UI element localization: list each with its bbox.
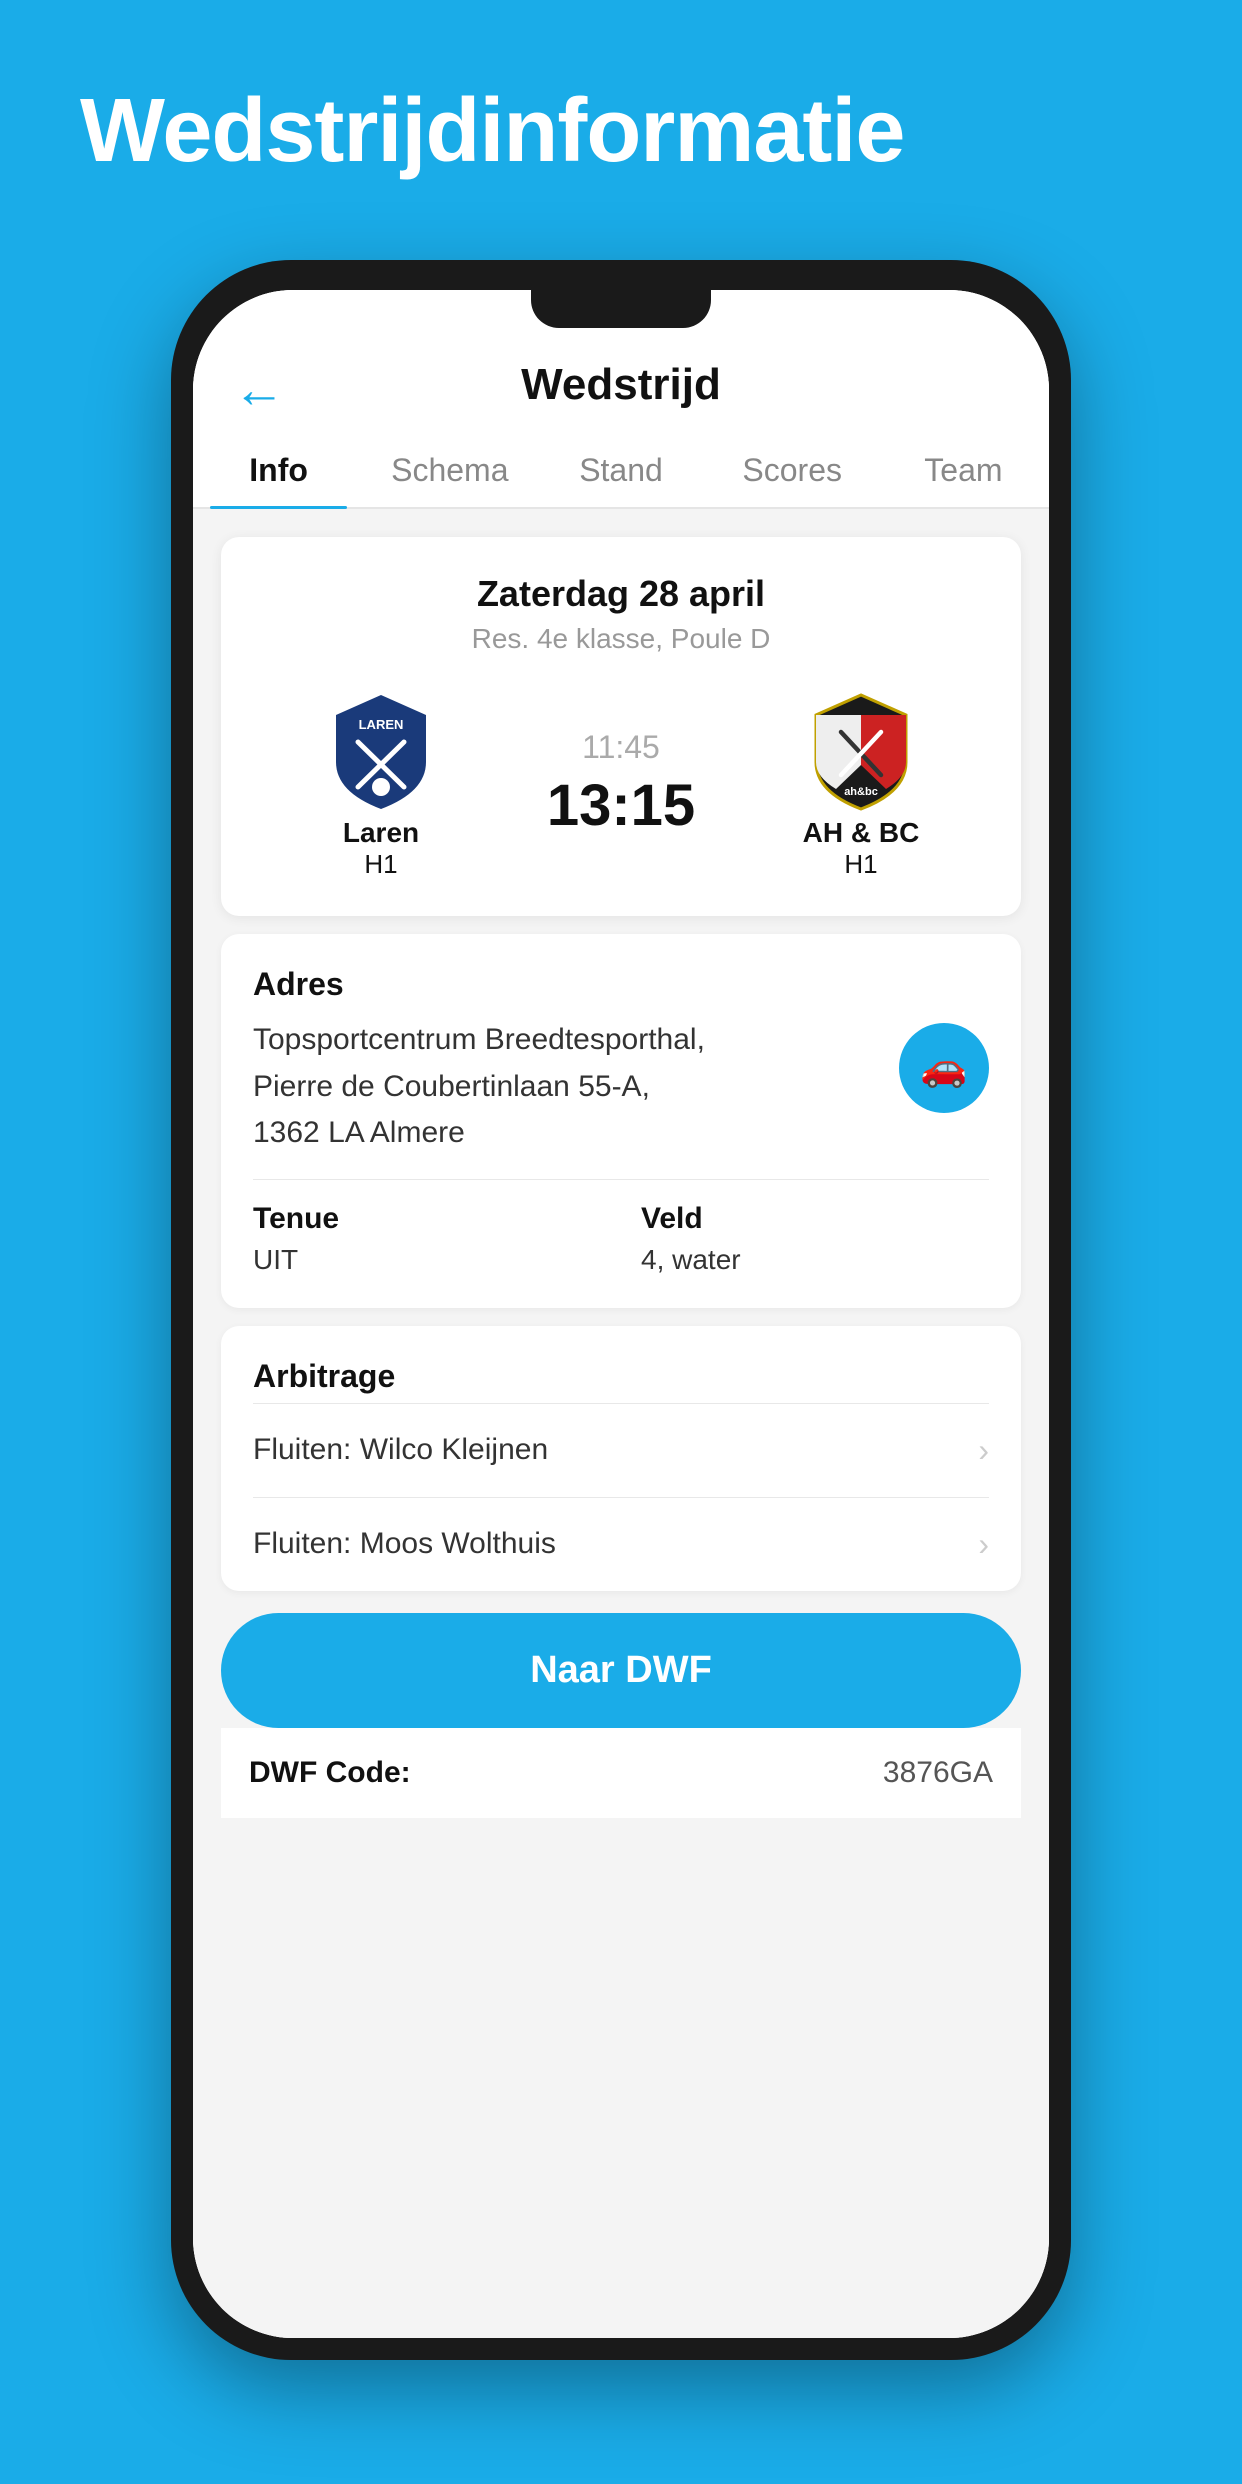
phone-shell: ← Wedstrijd Info Schema Stand Scores Tea… (171, 260, 1071, 2360)
tab-scores[interactable]: Scores (707, 430, 878, 507)
dwf-code-row: DWF Code: 3876GA (221, 1728, 1021, 1818)
address-row: Topsportcentrum Breedtesporthal,Pierre d… (253, 1017, 989, 1157)
address-label: Adres (253, 966, 989, 1003)
tab-team[interactable]: Team (878, 430, 1049, 507)
navigation-button[interactable]: 🚗 (899, 1023, 989, 1113)
team-away: ah&bc AH & BC H1 (731, 687, 991, 880)
info-grid: Tenue UIT Veld 4, water (253, 1202, 989, 1276)
header-title: Wedstrijd (521, 360, 721, 410)
dwf-code-value: 3876GA (883, 1756, 993, 1790)
dwf-button[interactable]: Naar DWF (221, 1613, 1021, 1728)
score-main: 13:15 (547, 772, 695, 839)
svg-text:ah&bc: ah&bc (844, 786, 878, 798)
tenue-value: UIT (253, 1244, 601, 1276)
tenue-item: Tenue UIT (253, 1202, 601, 1276)
chevron-right-icon-2: › (978, 1526, 989, 1563)
phone-notch (531, 288, 711, 328)
ahbc-logo: ah&bc (796, 687, 926, 817)
match-date: Zaterdag 28 april (251, 573, 991, 615)
arbitrage-section: Arbitrage Fluiten: Wilco Kleijnen › Flui… (221, 1326, 1021, 1591)
team-away-sub: H1 (844, 849, 877, 880)
address-text: Topsportcentrum Breedtesporthal,Pierre d… (253, 1017, 879, 1157)
svg-text:LAREN: LAREN (359, 717, 404, 732)
team-away-name: AH & BC (803, 817, 920, 849)
team-home-name: Laren (343, 817, 419, 849)
page-background-title: Wedstrijdinformatie (80, 80, 1162, 183)
team-home-sub: H1 (364, 849, 397, 880)
match-league: Res. 4e klasse, Poule D (251, 623, 991, 655)
match-teams: LAREN Laren H1 (251, 687, 991, 880)
phone-screen: ← Wedstrijd Info Schema Stand Scores Tea… (193, 290, 1049, 2338)
referee-row-1[interactable]: Fluiten: Wilco Kleijnen › (253, 1403, 989, 1497)
dwf-section: Naar DWF (221, 1613, 1021, 1728)
match-card: Zaterdag 28 april Res. 4e klasse, Poule … (221, 537, 1021, 916)
back-button[interactable]: ← (233, 360, 285, 420)
referee-2-text: Fluiten: Moos Wolthuis (253, 1527, 556, 1561)
main-content[interactable]: Zaterdag 28 april Res. 4e klasse, Poule … (193, 509, 1049, 2338)
referee-1-text: Fluiten: Wilco Kleijnen (253, 1433, 548, 1467)
app-content: ← Wedstrijd Info Schema Stand Scores Tea… (193, 290, 1049, 2338)
laren-logo: LAREN (316, 687, 446, 817)
team-home: LAREN Laren H1 (251, 687, 511, 880)
arbitrage-label: Arbitrage (253, 1358, 989, 1395)
tab-info[interactable]: Info (193, 430, 364, 507)
divider-1 (253, 1179, 989, 1180)
veld-value: 4, water (641, 1244, 989, 1276)
info-section: Adres Topsportcentrum Breedtesporthal,Pi… (221, 934, 1021, 1308)
veld-label: Veld (641, 1202, 989, 1236)
tabs-bar: Info Schema Stand Scores Team (193, 430, 1049, 509)
referee-row-2[interactable]: Fluiten: Moos Wolthuis › (253, 1497, 989, 1591)
tab-schema[interactable]: Schema (364, 430, 535, 507)
score-time: 11:45 (582, 729, 660, 766)
tenue-label: Tenue (253, 1202, 601, 1236)
match-score: 11:45 13:15 (511, 729, 731, 839)
car-icon: 🚗 (920, 1046, 967, 1090)
chevron-right-icon-1: › (978, 1432, 989, 1469)
dwf-code-label: DWF Code: (249, 1756, 411, 1790)
tab-stand[interactable]: Stand (535, 430, 706, 507)
veld-item: Veld 4, water (641, 1202, 989, 1276)
